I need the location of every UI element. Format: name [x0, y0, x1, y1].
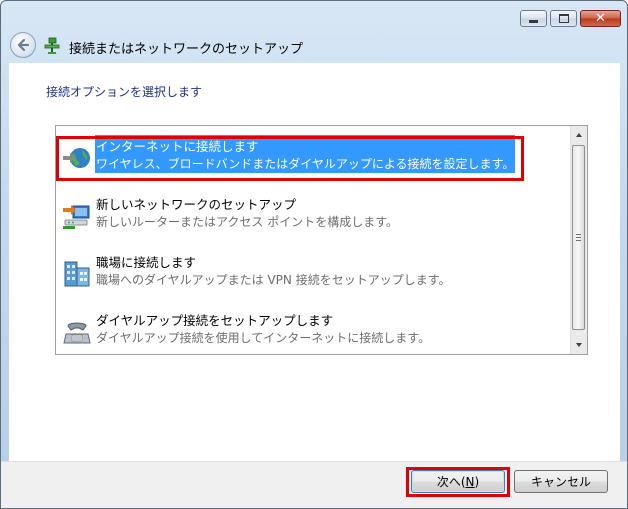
phone-modem-icon: [63, 322, 91, 344]
maximize-button[interactable]: [550, 10, 577, 27]
option-dialup[interactable]: ダイヤルアップ接続をセットアップします ダイヤルアップ接続を使用してインターネッ…: [56, 308, 570, 354]
close-icon: ✕: [595, 11, 606, 26]
instruction-heading: 接続オプションを選択します: [46, 85, 203, 99]
title-bar[interactable]: ✕: [1, 1, 627, 31]
back-arrow-icon: [17, 38, 30, 52]
option-description: ダイヤルアップ接続を使用してインターネットに接続します。: [96, 331, 431, 345]
content-area: 接続オプションを選択します インターネットに接続します ワイヤレス、ブロードバン…: [9, 63, 620, 461]
router-icon: [63, 205, 90, 229]
wizard-header: 接続またはネットワークのセットアップ: [1, 31, 627, 63]
scroll-up-icon: [576, 132, 582, 137]
close-button[interactable]: ✕: [580, 10, 621, 27]
option-title: 新しいネットワークのセットアップ: [96, 197, 297, 212]
scroll-up-button[interactable]: [571, 126, 587, 143]
scroll-down-button[interactable]: [571, 336, 587, 353]
grip-icon: [576, 234, 581, 241]
dialog-title: 接続またはネットワークのセットアップ: [69, 42, 304, 57]
highlight-frame-next: [406, 467, 510, 497]
workplace-icon: [64, 261, 90, 287]
option-description: 職場へのダイヤルアップまたは VPN 接続をセットアップします。: [96, 273, 451, 287]
option-description: 新しいルーターまたはアクセス ポイントを構成します。: [96, 215, 399, 229]
option-title: 職場に接続します: [96, 255, 197, 270]
highlight-frame-option: [56, 136, 524, 181]
option-new-network[interactable]: 新しいネットワークのセットアップ 新しいルーターまたはアクセス ポイントを構成し…: [56, 192, 570, 238]
maximize-icon: [558, 14, 569, 23]
option-workplace[interactable]: 職場に接続します 職場へのダイヤルアップまたは VPN 接続をセットアップします…: [56, 250, 570, 296]
back-button[interactable]: [10, 32, 36, 58]
vertical-scrollbar[interactable]: [570, 126, 587, 354]
minimize-button[interactable]: [520, 10, 547, 27]
button-bar: 次へ(N) キャンセル: [1, 461, 627, 508]
network-setup-icon: [44, 37, 60, 54]
cancel-button[interactable]: キャンセル: [514, 470, 608, 493]
scroll-down-icon: [576, 342, 582, 347]
scroll-thumb[interactable]: [572, 145, 585, 330]
minimize-icon: [529, 20, 538, 23]
option-title: ダイヤルアップ接続をセットアップします: [96, 313, 334, 328]
dialog-window: ✕ 接続またはネットワークのセットアップ 接続オプションを選択します インターネ…: [0, 0, 628, 509]
